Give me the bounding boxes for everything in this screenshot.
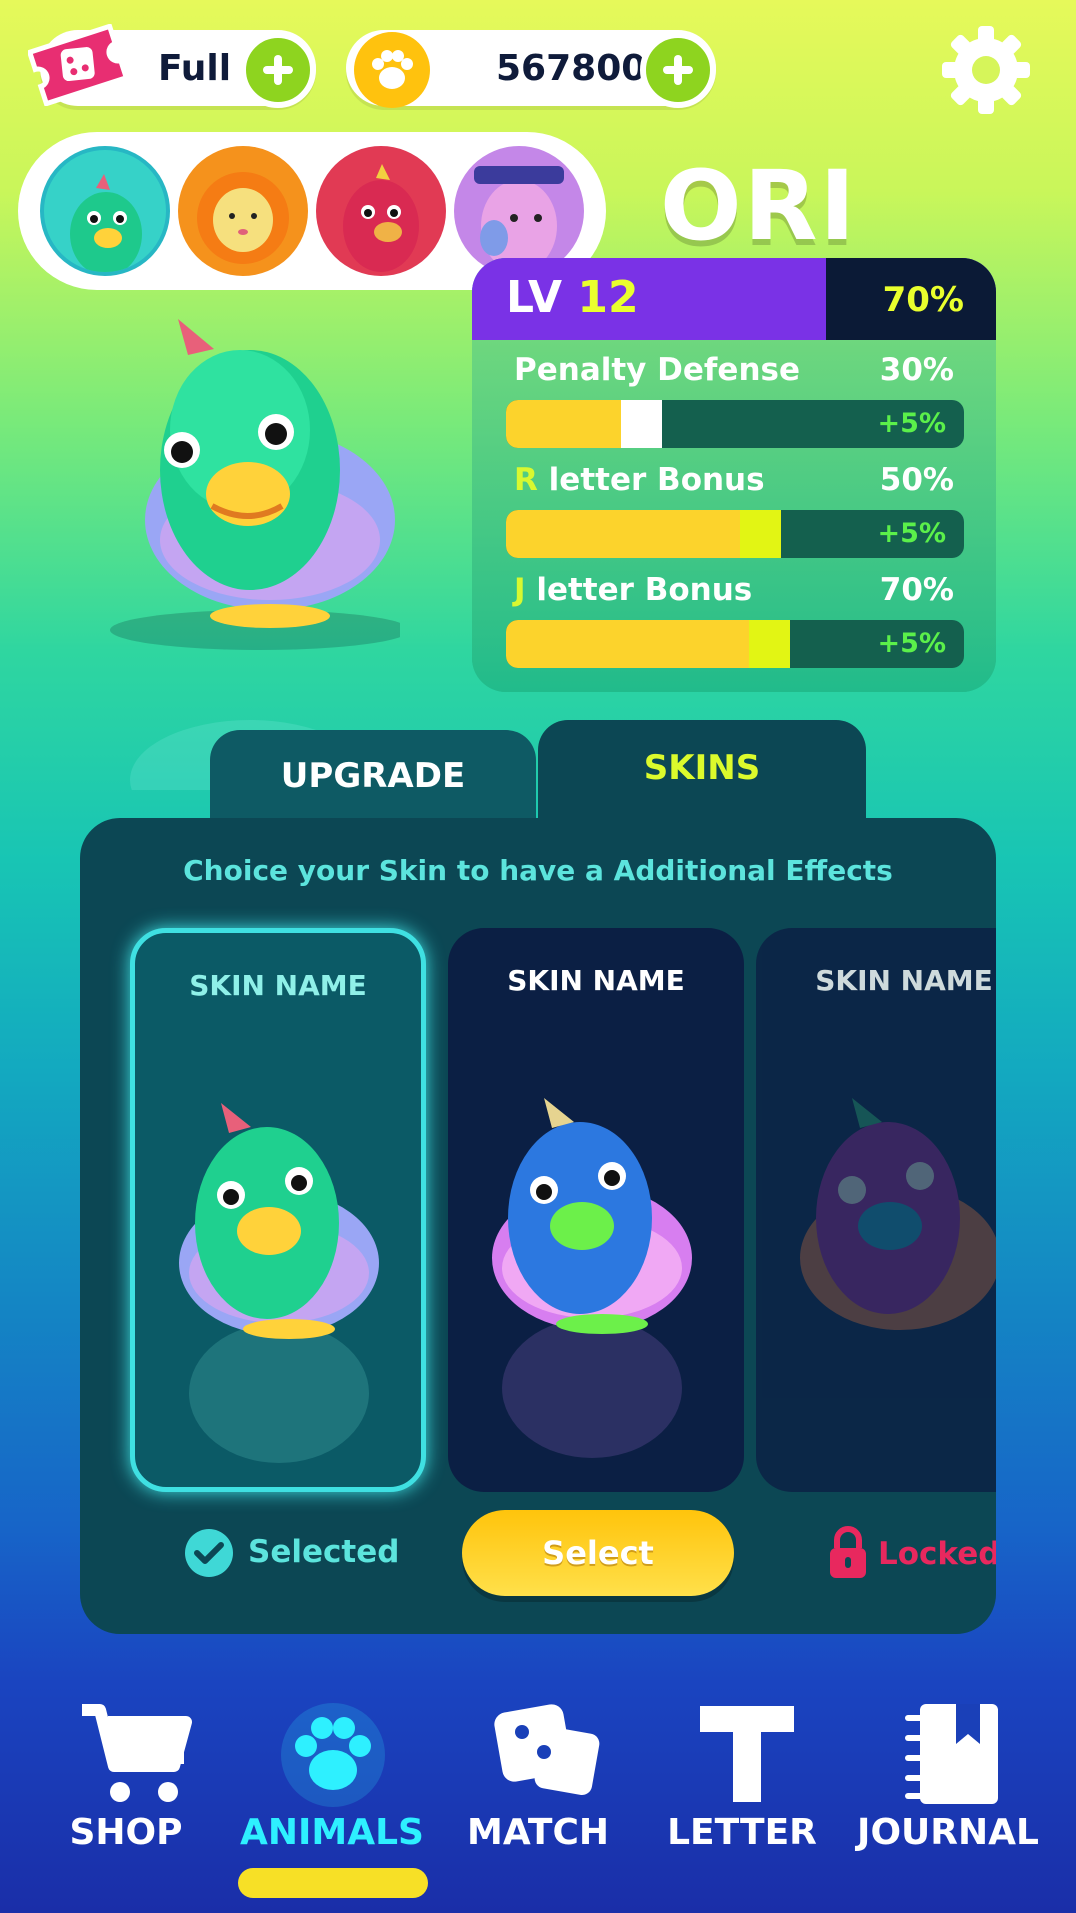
tab-skins-label: SKINS bbox=[643, 748, 761, 788]
stat-bar-bonus-fill bbox=[739, 510, 781, 558]
stats-panel: LV 12 70% Penalty Defense 30% +5% R lett… bbox=[472, 258, 996, 692]
skin-purple-image bbox=[800, 1098, 996, 1330]
avatar-red-bird[interactable] bbox=[316, 146, 446, 276]
nav-match-label: MATCH bbox=[467, 1812, 609, 1853]
nav-match[interactable]: MATCH bbox=[438, 1700, 638, 1900]
stat-bonus: +5% bbox=[877, 628, 946, 659]
paw-icon bbox=[281, 1703, 385, 1807]
stat-value-j-letter-bonus: 70% bbox=[879, 572, 954, 608]
stat-label-penalty-defense: Penalty Defense bbox=[514, 352, 800, 388]
stat-bar-bonus-fill bbox=[748, 620, 790, 668]
stat-bar-bonus-fill bbox=[620, 400, 662, 448]
skins-panel: Choice your Skin to have a Additional Ef… bbox=[80, 818, 996, 1634]
stat-bar-fill bbox=[506, 400, 621, 448]
character-name: ORI bbox=[660, 150, 858, 262]
locked-label: Locked bbox=[878, 1536, 996, 1572]
stat-bar-fill bbox=[506, 510, 740, 558]
nav-shop-label: SHOP bbox=[69, 1812, 183, 1853]
tab-skins[interactable]: SKINS bbox=[538, 720, 866, 830]
tab-upgrade[interactable]: UPGRADE bbox=[210, 730, 536, 830]
stats-body: Penalty Defense 30% +5% R letter Bonus 5… bbox=[472, 340, 996, 692]
journal-icon bbox=[905, 1704, 998, 1804]
select-button[interactable]: Select bbox=[462, 1510, 734, 1596]
stat-label-j-letter-bonus: J letter Bonus bbox=[514, 572, 753, 608]
avatar-pink-bird[interactable] bbox=[454, 146, 584, 276]
level-progress: 70% bbox=[882, 280, 964, 320]
skin-card-selected[interactable]: SKIN NAME bbox=[130, 928, 426, 1492]
skins-subtitle: Choice your Skin to have a Additional Ef… bbox=[183, 854, 893, 887]
nav-journal-label: JOURNAL bbox=[857, 1812, 1039, 1853]
level-header: LV 12 70% bbox=[472, 258, 996, 340]
skin-name: SKIN NAME bbox=[815, 964, 993, 997]
coins-value: 567800 bbox=[496, 48, 647, 89]
active-tab-indicator bbox=[238, 1868, 428, 1898]
level-progress-box: 70% bbox=[826, 258, 996, 340]
skin-card-blue[interactable]: SKIN NAME bbox=[448, 928, 744, 1492]
avatar-lion[interactable] bbox=[178, 146, 308, 276]
stat-bonus: +5% bbox=[877, 518, 946, 549]
lock-icon bbox=[830, 1526, 866, 1578]
energy-value: Full bbox=[158, 48, 232, 89]
skin-blue-image bbox=[492, 1098, 692, 1458]
nav-journal[interactable]: JOURNAL bbox=[848, 1700, 1048, 1900]
skin-card-locked[interactable]: SKIN NAME bbox=[756, 928, 996, 1492]
shopping-cart-icon bbox=[82, 1704, 192, 1802]
settings-gear-icon[interactable] bbox=[936, 20, 1036, 120]
dice-icon bbox=[494, 1704, 600, 1795]
stat-bonus: +5% bbox=[877, 408, 946, 439]
add-energy-button[interactable] bbox=[240, 32, 316, 108]
level-label: LV 12 bbox=[506, 272, 639, 323]
nav-animals-label: ANIMALS bbox=[240, 1812, 424, 1853]
select-button-label: Select bbox=[542, 1534, 654, 1572]
tab-upgrade-label: UPGRADE bbox=[280, 756, 466, 796]
stat-bar-r-letter-bonus: +5% bbox=[506, 510, 964, 558]
stat-bar-penalty-defense: +5% bbox=[506, 400, 964, 448]
ticket-icon bbox=[28, 24, 128, 106]
skin-name: SKIN NAME bbox=[189, 969, 367, 1002]
stat-value-penalty-defense: 30% bbox=[879, 352, 954, 388]
stat-value-r-letter-bonus: 50% bbox=[879, 462, 954, 498]
paw-coin-icon bbox=[354, 32, 430, 108]
stat-bar-fill bbox=[506, 620, 749, 668]
add-coins-button[interactable] bbox=[640, 32, 716, 108]
check-circle-icon bbox=[185, 1529, 233, 1577]
letter-t-icon bbox=[700, 1706, 794, 1802]
nav-animals[interactable]: ANIMALS bbox=[232, 1700, 432, 1900]
stat-label-r-letter-bonus: R letter Bonus bbox=[514, 462, 765, 498]
nav-letter[interactable]: LETTER bbox=[642, 1700, 842, 1900]
avatar-ori[interactable] bbox=[40, 146, 170, 276]
stat-bar-j-letter-bonus: +5% bbox=[506, 620, 964, 668]
skin-green-image bbox=[179, 1103, 379, 1463]
nav-shop[interactable]: SHOP bbox=[26, 1700, 226, 1900]
skin-name: SKIN NAME bbox=[507, 964, 685, 997]
selected-label: Selected bbox=[248, 1534, 400, 1570]
nav-letter-label: LETTER bbox=[667, 1812, 817, 1853]
character-portrait bbox=[110, 319, 400, 790]
